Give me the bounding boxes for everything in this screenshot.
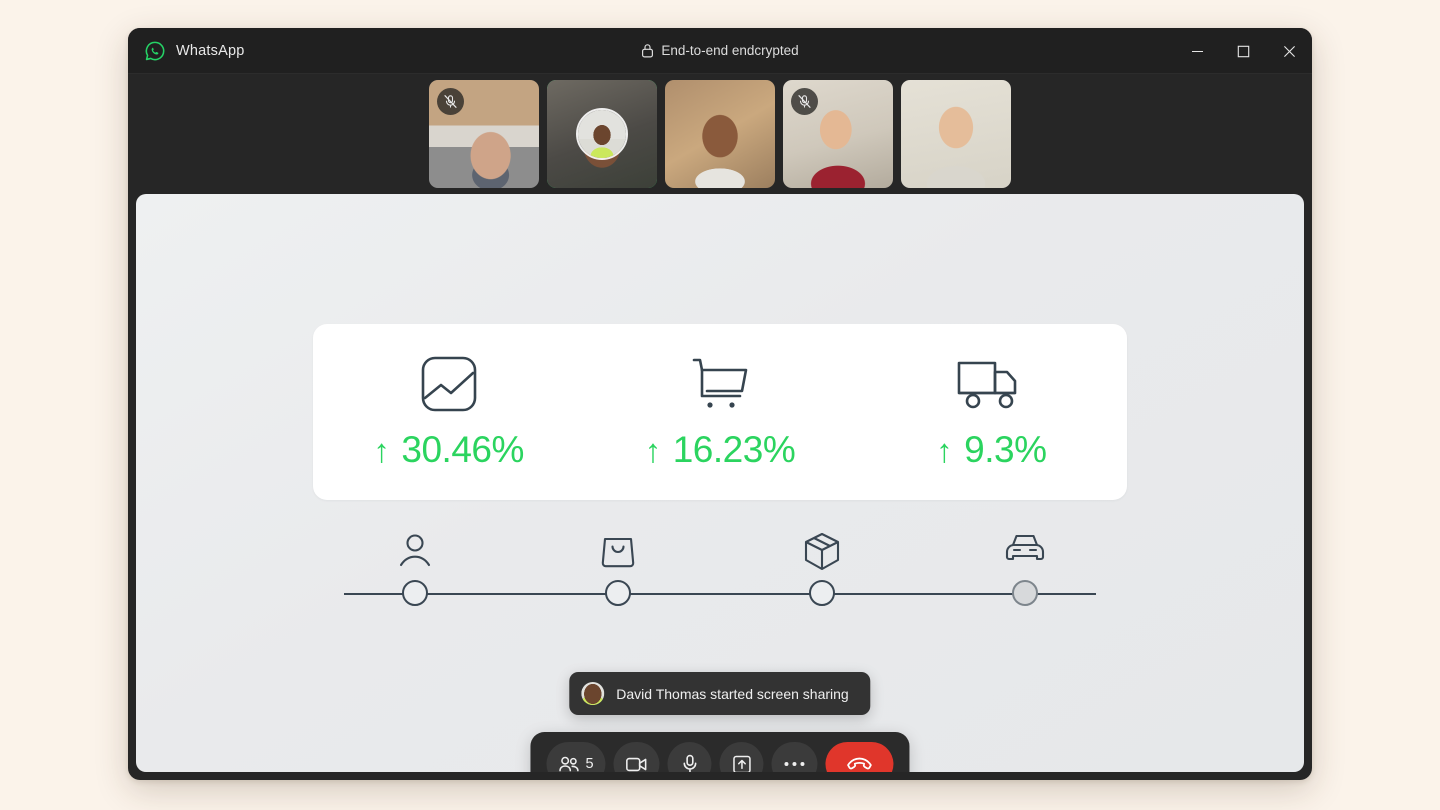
- toast-message: David Thomas started screen sharing: [616, 685, 849, 702]
- people-icon: [558, 755, 579, 773]
- encryption-indicator: End-to-end endcrypted: [128, 28, 1312, 73]
- app-brand: WhatsApp: [128, 40, 245, 62]
- package-box-icon: [720, 532, 924, 572]
- maximize-button[interactable]: [1220, 28, 1266, 74]
- video-camera-icon: [626, 756, 648, 773]
- phone-hangup-icon: [847, 757, 873, 772]
- microphone-button[interactable]: [667, 742, 712, 772]
- timeline-step-4[interactable]: [924, 580, 1128, 606]
- participant-video: [901, 80, 1011, 188]
- order-progress-timeline: [313, 532, 1127, 632]
- encryption-label: End-to-end endcrypted: [661, 43, 799, 58]
- shared-screen-stage: ↑ 30.46% ↑ 16.23% ↑ 9.3% David Thomas st…: [136, 194, 1304, 772]
- camera-button[interactable]: [613, 742, 660, 773]
- delivery-truck-icon: [956, 353, 1026, 415]
- participants-button[interactable]: 5: [546, 742, 606, 773]
- shopping-bag-icon: [517, 532, 721, 572]
- timeline-step-1[interactable]: [313, 580, 517, 606]
- participant-strip: [128, 74, 1312, 194]
- mic-off-icon: [437, 88, 464, 115]
- timeline-icons: [313, 532, 1127, 572]
- title-bar: WhatsApp End-to-end endcrypted: [128, 28, 1312, 74]
- metric-item: ↑ 16.23%: [584, 324, 855, 500]
- whatsapp-logo-icon: [144, 40, 166, 62]
- call-control-bar: 5: [530, 732, 910, 773]
- mic-off-icon: [791, 88, 818, 115]
- trend-up-arrow-icon: ↑: [373, 431, 390, 469]
- share-screen-button[interactable]: [719, 742, 764, 772]
- chart-image-icon: [419, 353, 479, 415]
- metric-item: ↑ 30.46%: [313, 324, 584, 500]
- participant-tile[interactable]: [547, 80, 657, 188]
- more-options-button[interactable]: [771, 742, 818, 772]
- metrics-card: ↑ 30.46% ↑ 16.23% ↑ 9.3%: [313, 324, 1127, 500]
- avatar: [581, 682, 605, 705]
- app-name: WhatsApp: [176, 42, 245, 59]
- participants-count: 5: [585, 756, 594, 772]
- close-button[interactable]: [1266, 28, 1312, 74]
- minimize-button[interactable]: [1174, 28, 1220, 74]
- car-icon: [924, 532, 1128, 572]
- metric-value: 30.46%: [401, 429, 524, 470]
- lock-icon: [641, 43, 654, 58]
- end-call-button[interactable]: [825, 742, 894, 772]
- timeline-step-2[interactable]: [517, 580, 721, 606]
- trend-up-arrow-icon: ↑: [644, 431, 662, 469]
- microphone-icon: [681, 754, 698, 772]
- metric-value-row: ↑ 30.46%: [373, 429, 524, 471]
- share-screen-icon: [732, 755, 751, 772]
- avatar: [576, 108, 628, 160]
- screen-share-toast: David Thomas started screen sharing: [569, 672, 871, 715]
- participant-tile[interactable]: [429, 80, 539, 188]
- metric-value: 16.23%: [672, 429, 796, 470]
- participant-tile[interactable]: [783, 80, 893, 188]
- metric-value-row: ↑ 9.3%: [936, 429, 1047, 471]
- shopping-cart-icon: [689, 353, 751, 415]
- metric-value: 9.3%: [964, 429, 1047, 470]
- timeline-step-3[interactable]: [720, 580, 924, 606]
- trend-up-arrow-icon: ↑: [936, 431, 953, 469]
- participant-tile[interactable]: [665, 80, 775, 188]
- participant-tile[interactable]: [901, 80, 1011, 188]
- window-controls: [1174, 28, 1312, 74]
- whatsapp-call-window: WhatsApp End-to-end endcrypted ↑ 30.46% …: [128, 28, 1312, 780]
- metric-item: ↑ 9.3%: [856, 324, 1127, 500]
- metric-value-row: ↑ 16.23%: [645, 429, 796, 471]
- timeline-steps: [313, 580, 1127, 606]
- participant-video: [665, 80, 775, 188]
- person-icon: [313, 532, 517, 572]
- ellipsis-icon: [784, 761, 806, 767]
